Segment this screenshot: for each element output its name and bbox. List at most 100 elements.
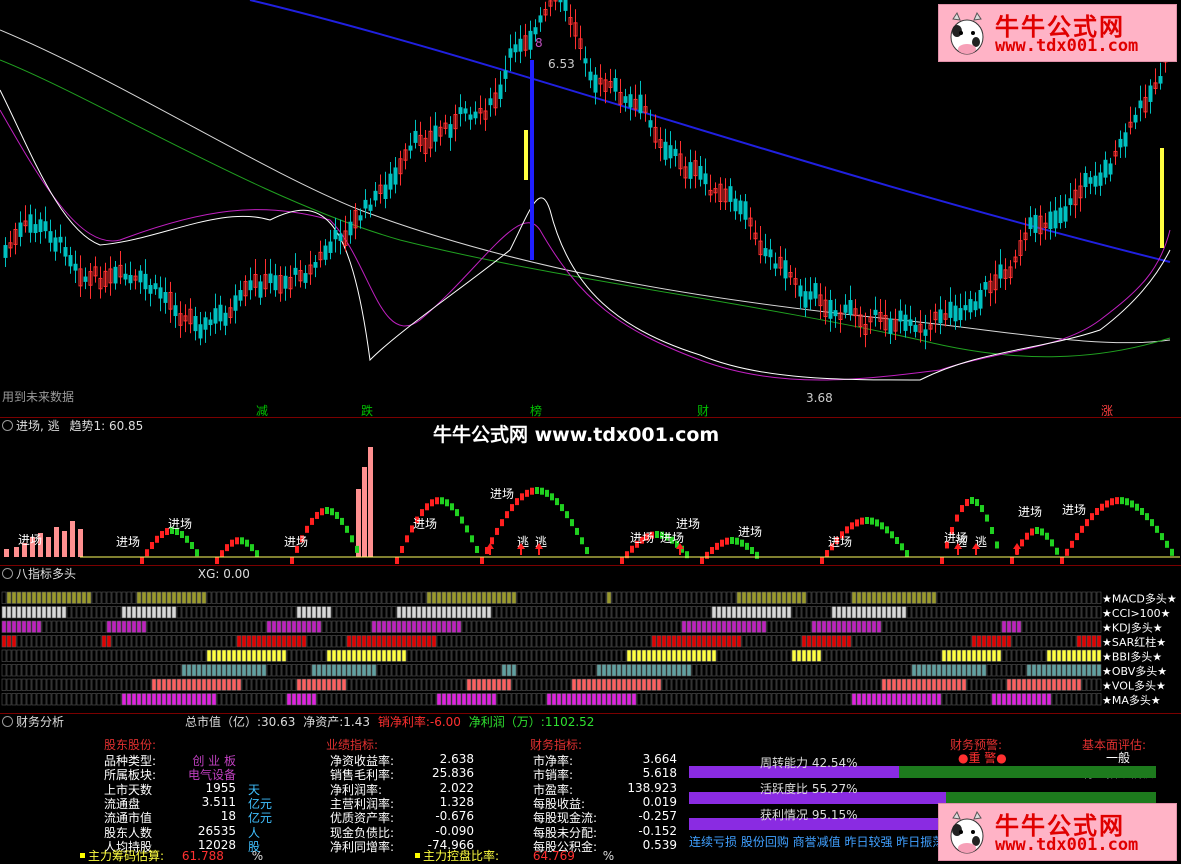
candle-body — [488, 98, 493, 106]
entry-label: 进场 — [413, 517, 437, 531]
indicator-cell — [206, 591, 212, 604]
indicator-cell — [811, 606, 817, 619]
indicator-cell — [301, 620, 307, 633]
indicator-cell — [931, 620, 937, 633]
indicator-cell — [761, 693, 767, 706]
wave-dot — [505, 511, 509, 519]
indicator-cell — [896, 649, 902, 662]
wave-dot — [705, 551, 709, 559]
signal-chart-canvas[interactable]: 进场 进场进场进场进场进场进场 进场进场进场进场 进场进场 进场逃逃逃逃 — [0, 436, 1181, 566]
indicator-cell — [786, 678, 792, 691]
indicator-cell — [546, 693, 552, 706]
indicator-cell — [776, 693, 782, 706]
candle-body — [513, 44, 518, 53]
indicator-cell — [756, 649, 762, 662]
signal-panel[interactable]: 进场, 逃 趋势1: 60.85 牛牛公式网 www.tdx001.com 进场… — [0, 418, 1181, 566]
collapse-icon[interactable] — [2, 716, 13, 727]
finance-panel-header: 财务分析 总市值（亿）:30.63 净资产:1.43 销净利率:-6.00 净利… — [0, 714, 1181, 730]
indicator-cell — [41, 678, 47, 691]
indicator-cell — [296, 678, 302, 691]
entry-label: 进场 — [1062, 503, 1086, 517]
indicator-cell — [531, 693, 537, 706]
indicator-cell — [96, 693, 102, 706]
price-chart-panel[interactable]: 用到未来数据 6.53 3.68 8 减 跌 榜 财 涨 牛牛公式网 www.t… — [0, 0, 1181, 418]
indicator-cell — [551, 591, 557, 604]
indicator-cell — [66, 693, 72, 706]
collapse-icon[interactable] — [2, 420, 13, 431]
indicator-cell — [376, 606, 382, 619]
indicator-cell — [416, 664, 422, 677]
indicator-cell — [381, 693, 387, 706]
indicator-cell — [731, 664, 737, 677]
indicator-cell — [56, 693, 62, 706]
wave-dot — [325, 507, 329, 514]
candle-body — [593, 74, 598, 93]
control-ratio-group: 主力控盘比率: 64.769 % — [415, 847, 614, 864]
collapse-icon[interactable] — [2, 568, 13, 579]
indicator-cell — [811, 635, 817, 648]
indicator-cell — [356, 606, 362, 619]
indicator-cell — [371, 678, 377, 691]
indicator-cell — [561, 591, 567, 604]
indicator-cell — [361, 635, 367, 648]
indicator-cell — [161, 678, 167, 691]
indicator-cell — [406, 678, 412, 691]
indicator-cell — [966, 591, 972, 604]
indicator-cell — [1001, 591, 1007, 604]
indicator-cell — [716, 635, 722, 648]
indicator-cell — [626, 606, 632, 619]
indicator-cell — [931, 591, 937, 604]
entry-label: 进场 — [168, 517, 192, 531]
indicator-cell — [291, 649, 297, 662]
indicator-cell — [1071, 649, 1077, 662]
indicator-cell — [801, 635, 807, 648]
indicator-cell — [891, 678, 897, 691]
candle-body — [668, 145, 673, 159]
indicator-cell — [1026, 606, 1032, 619]
candle-body — [958, 308, 963, 321]
indicator-cell — [1016, 678, 1022, 691]
indicator-cell — [101, 591, 107, 604]
candle-body — [508, 48, 513, 58]
candle-body — [63, 247, 68, 257]
candle-body — [1148, 85, 1153, 102]
candle-body — [48, 231, 53, 243]
indicator-cell — [851, 620, 857, 633]
indicator-cell — [521, 606, 527, 619]
price-chart-canvas[interactable] — [0, 0, 1181, 418]
indicator-cell — [306, 664, 312, 677]
indicator-cell — [361, 693, 367, 706]
wave-dot — [455, 509, 459, 517]
indicator-cell — [76, 620, 82, 633]
indicator-panel[interactable]: 八指标多头 XG: 0.00 ★MACD多头★ ★CCI>100★ ★KDJ多头★ ★… — [0, 566, 1181, 714]
candle-body — [153, 283, 158, 290]
candle-body — [903, 314, 908, 331]
wave-dot — [1070, 540, 1074, 548]
indicator-cell — [391, 693, 397, 706]
indicator-cell — [481, 635, 487, 648]
indicator-cell — [281, 678, 287, 691]
indicator-cell — [676, 591, 682, 604]
indicator-cell — [141, 606, 147, 619]
indicator-grid-canvas[interactable]: ★MACD多头★★CCI>100★★KDJ多头★★SAR红柱★★BBI多头★★O… — [0, 582, 1181, 712]
indicator-cell — [51, 606, 57, 619]
wave-dot — [700, 557, 704, 564]
indicator-cell — [536, 649, 542, 662]
indicator-cell — [221, 635, 227, 648]
indicator-cell — [1036, 678, 1042, 691]
indicator-cell — [601, 606, 607, 619]
indicator-cell — [706, 606, 712, 619]
indicator-cell — [6, 678, 12, 691]
indicator-cell — [1, 606, 7, 619]
indicator-cell — [926, 693, 932, 706]
indicator-cell — [456, 664, 462, 677]
finance-panel[interactable]: 财务分析 总市值（亿）:30.63 净资产:1.43 销净利率:-6.00 净利… — [0, 714, 1181, 863]
indicator-cell — [281, 664, 287, 677]
indicator-cell — [181, 591, 187, 604]
indicator-cell — [111, 635, 117, 648]
indicator-cell — [906, 693, 912, 706]
indicator-cell — [411, 635, 417, 648]
indicator-cell — [676, 620, 682, 633]
indicator-cell — [961, 693, 967, 706]
indicator-cell — [271, 606, 277, 619]
